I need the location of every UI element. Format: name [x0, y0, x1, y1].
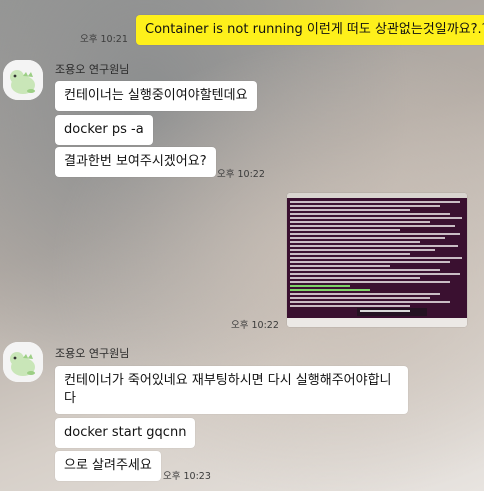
- message-bubble[interactable]: 컨테이너가 죽어있네요 재부팅하시면 다시 실행해주어야합니다: [55, 366, 408, 414]
- sender-avatar[interactable]: [3, 60, 43, 100]
- sender-name: 조용오 연구원님: [55, 347, 130, 360]
- message-bubble[interactable]: docker start gqcnn: [55, 418, 196, 448]
- message-bubble[interactable]: docker ps -a: [55, 115, 153, 145]
- sender-name: 조용오 연구원님: [55, 63, 130, 76]
- message-time: 오후 10:23: [163, 471, 211, 482]
- chat-area[interactable]: 오후 10:21 Container is not running 이런게 떠도…: [0, 0, 484, 491]
- dinosaur-avatar-icon: [3, 342, 43, 382]
- message-bubble[interactable]: 컨테이너는 실행중이여야할텐데요: [55, 81, 257, 111]
- message-bubble[interactable]: 결과한번 보여주시겠어요?: [55, 147, 216, 177]
- message-time: 오후 10:22: [231, 320, 279, 331]
- screenshot-image-message[interactable]: [287, 193, 467, 327]
- terminal-screenshot: [287, 193, 467, 327]
- my-message-bubble[interactable]: Container is not running 이런게 떠도 상관없는것일까요…: [136, 15, 484, 45]
- message-time: 오후 10:22: [217, 169, 265, 180]
- message-time: 오후 10:21: [80, 34, 128, 45]
- message-bubble[interactable]: 으로 살려주세요: [55, 451, 161, 481]
- sender-avatar[interactable]: [3, 342, 43, 382]
- dinosaur-avatar-icon: [3, 60, 43, 100]
